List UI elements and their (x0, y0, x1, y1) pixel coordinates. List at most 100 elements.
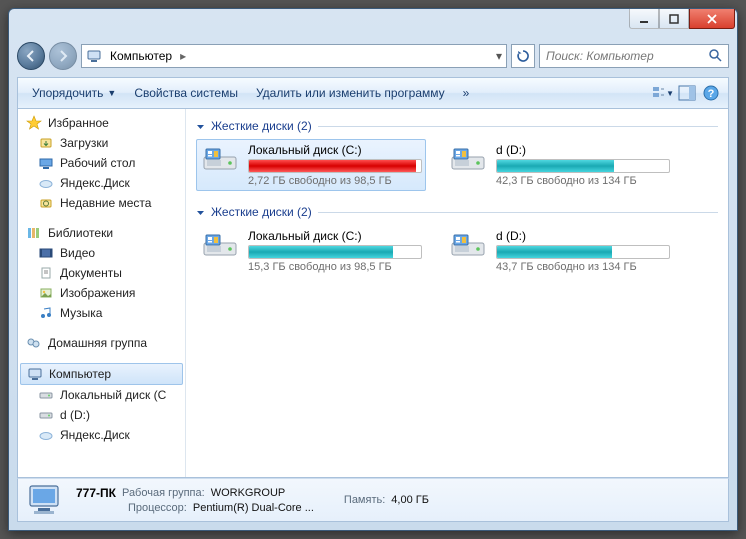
favorites-group: Избранное Загрузки Рабочий стол Яндекс.Д… (18, 113, 185, 213)
cpu-key: Процессор: (128, 502, 187, 514)
drive-item[interactable]: Локальный диск (C:) 15,3 ГБ свободно из 9… (196, 225, 426, 277)
toolbar-overflow[interactable]: » (455, 82, 478, 104)
chevron-right-icon[interactable]: ▸ (180, 49, 186, 63)
organize-label: Упорядочить (32, 86, 103, 100)
disk-icon (38, 407, 54, 423)
svg-text:?: ? (708, 88, 715, 100)
sidebar-item-yadisk2[interactable]: Яндекс.Диск (18, 425, 185, 445)
drive-name: d (D:) (496, 143, 670, 157)
dropdown-icon[interactable]: ▾ (496, 49, 502, 63)
sidebar-item-music[interactable]: Музыка (18, 303, 185, 323)
computer-label: Компьютер (49, 367, 111, 381)
computer-large-icon (26, 482, 66, 518)
back-button[interactable] (17, 42, 45, 70)
favorites-header[interactable]: Избранное (18, 113, 185, 133)
drive-icon (448, 229, 488, 263)
view-mode-button[interactable]: ▼ (652, 82, 674, 104)
documents-icon (38, 265, 54, 281)
content-pane: Жесткие диски (2) Локальный диск (C:) 2,72… (186, 109, 728, 477)
sidebar-item-recent[interactable]: Недавние места (18, 193, 185, 213)
sidebar-item-desktop[interactable]: Рабочий стол (18, 153, 185, 173)
preview-pane-button[interactable] (676, 82, 698, 104)
search-icon[interactable] (708, 48, 722, 65)
workgroup-val: WORKGROUP (211, 487, 286, 499)
collapse-icon (196, 208, 205, 217)
address-bar[interactable]: Компьютер ▸ ▾ (81, 44, 507, 68)
refresh-button[interactable] (511, 44, 535, 68)
body: Избранное Загрузки Рабочий стол Яндекс.Д… (17, 109, 729, 478)
drive-free: 42,3 ГБ свободно из 134 ГБ (496, 175, 670, 187)
mem-val: 4,00 ГБ (391, 494, 429, 506)
navbar: Компьютер ▸ ▾ Поиск: Компьютер (17, 39, 729, 73)
usage-bar (248, 159, 422, 173)
drive-item[interactable]: d (D:) 42,3 ГБ свободно из 134 ГБ (444, 139, 674, 191)
recent-icon (38, 195, 54, 211)
sidebar-item-documents[interactable]: Документы (18, 263, 185, 283)
forward-button[interactable] (49, 42, 77, 70)
drive-free: 2,72 ГБ свободно из 98,5 ГБ (248, 175, 422, 187)
drive-icon (448, 143, 488, 177)
drive-free: 15,3 ГБ свободно из 98,5 ГБ (248, 261, 422, 273)
chevron-down-icon: ▼ (107, 88, 116, 98)
star-icon (26, 115, 42, 131)
workgroup-key: Рабочая группа: (122, 487, 205, 499)
titlebar (9, 9, 737, 39)
uninstall-button[interactable]: Удалить или изменить программу (248, 82, 453, 104)
mem-key: Память: (344, 494, 385, 506)
overflow-label: » (463, 86, 470, 100)
homegroup-header[interactable]: Домашняя группа (18, 333, 185, 353)
toolbar: Упорядочить ▼ Свойства системы Удалить и… (17, 77, 729, 109)
homegroup-icon (26, 335, 42, 351)
group-header[interactable]: Жесткие диски (2) (196, 119, 718, 133)
uninstall-label: Удалить или изменить программу (256, 86, 445, 100)
sidebar-item-video[interactable]: Видео (18, 243, 185, 263)
close-button[interactable] (689, 9, 735, 29)
explorer-window: Компьютер ▸ ▾ Поиск: Компьютер Упорядочи… (8, 8, 738, 531)
computer-icon (86, 48, 102, 64)
downloads-icon (38, 135, 54, 151)
group-header[interactable]: Жесткие диски (2) (196, 205, 718, 219)
drive-name: Локальный диск (C:) (248, 229, 422, 243)
pictures-icon (38, 285, 54, 301)
drive-icon (200, 143, 240, 177)
group-label: Жесткие диски (2) (211, 205, 312, 219)
computer-header[interactable]: Компьютер (20, 363, 183, 385)
drive-name: d (D:) (496, 229, 670, 243)
drive-icon (200, 229, 240, 263)
music-icon (38, 305, 54, 321)
sidebar-item-disk-c[interactable]: Локальный диск (C (18, 385, 185, 405)
usage-bar (248, 245, 422, 259)
sidebar-item-yadisk[interactable]: Яндекс.Диск (18, 173, 185, 193)
drive-item[interactable]: d (D:)43,7 ГБ свободно из 134 ГБ (444, 225, 674, 277)
system-properties-button[interactable]: Свойства системы (126, 82, 246, 104)
props-label: Свойства системы (134, 86, 238, 100)
favorites-label: Избранное (48, 116, 109, 130)
pc-name: 777-ПК (76, 486, 116, 500)
maximize-button[interactable] (659, 9, 689, 29)
drive-name: Локальный диск (C:) (248, 143, 422, 157)
search-box[interactable]: Поиск: Компьютер (539, 44, 729, 68)
group-label: Жесткие диски (2) (211, 119, 312, 133)
help-button[interactable]: ? (700, 82, 722, 104)
usage-bar (496, 245, 670, 259)
minimize-button[interactable] (629, 9, 659, 29)
cpu-val: Pentium(R) Dual-Core ... (193, 502, 314, 514)
libraries-header[interactable]: Библиотеки (18, 223, 185, 243)
drive-item[interactable]: Локальный диск (C:) 2,72 ГБ свободно из 9… (196, 139, 426, 191)
disk-icon (38, 387, 54, 403)
computer-group: Компьютер Локальный диск (C d (D:) Яндек… (18, 363, 185, 445)
cloud-icon (38, 427, 54, 443)
libraries-icon (26, 225, 42, 241)
libraries-group: Библиотеки Видео Документы Изображения М… (18, 223, 185, 323)
sidebar-item-disk-d[interactable]: d (D:) (18, 405, 185, 425)
breadcrumb-computer[interactable]: Компьютер (106, 49, 176, 63)
sidebar-item-downloads[interactable]: Загрузки (18, 133, 185, 153)
organize-menu[interactable]: Упорядочить ▼ (24, 82, 124, 104)
homegroup-group: Домашняя группа (18, 333, 185, 353)
video-icon (38, 245, 54, 261)
sidebar-item-pictures[interactable]: Изображения (18, 283, 185, 303)
cloud-icon (38, 175, 54, 191)
usage-bar (496, 159, 670, 173)
nav-pane: Избранное Загрузки Рабочий стол Яндекс.Д… (18, 109, 186, 477)
computer-icon (27, 366, 43, 382)
